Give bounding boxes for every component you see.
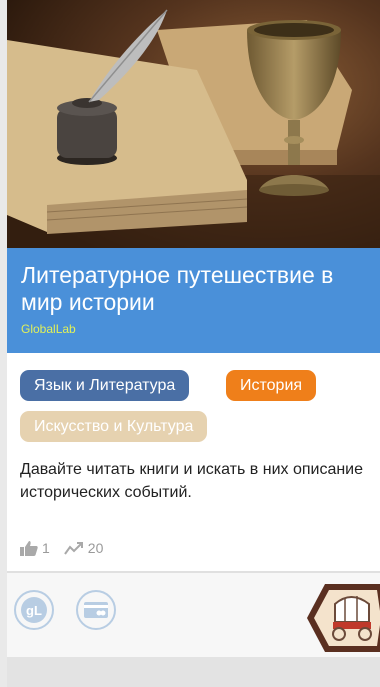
- bottom-bar: [7, 657, 380, 687]
- globallab-icon: gL: [21, 597, 47, 623]
- tag-history[interactable]: История: [226, 370, 317, 401]
- likes-count: 1: [42, 540, 50, 556]
- card-title[interactable]: Литературное путешествие в мир истории: [21, 262, 373, 316]
- card-stats: 1 20: [20, 538, 117, 558]
- brand-label[interactable]: GlobalLab: [21, 322, 76, 336]
- tag-art-culture[interactable]: Искусство и Культура: [20, 411, 208, 442]
- card-description: Давайте читать книги и искать в них опис…: [20, 461, 364, 501]
- card-type-button[interactable]: [76, 590, 116, 630]
- card-icon: [84, 602, 108, 618]
- trend-icon: [63, 542, 83, 555]
- covered-wagon-badge-icon[interactable]: [305, 578, 380, 658]
- cover-image: [7, 0, 380, 248]
- project-card[interactable]: Литературное путешествие в мир истории G…: [7, 0, 380, 687]
- views-count: 20: [87, 540, 104, 556]
- thumbs-up-icon: [20, 541, 38, 556]
- tag-language-literature[interactable]: Язык и Литература: [20, 370, 190, 401]
- globallab-button[interactable]: gL: [14, 590, 54, 630]
- svg-text:gL: gL: [26, 603, 42, 618]
